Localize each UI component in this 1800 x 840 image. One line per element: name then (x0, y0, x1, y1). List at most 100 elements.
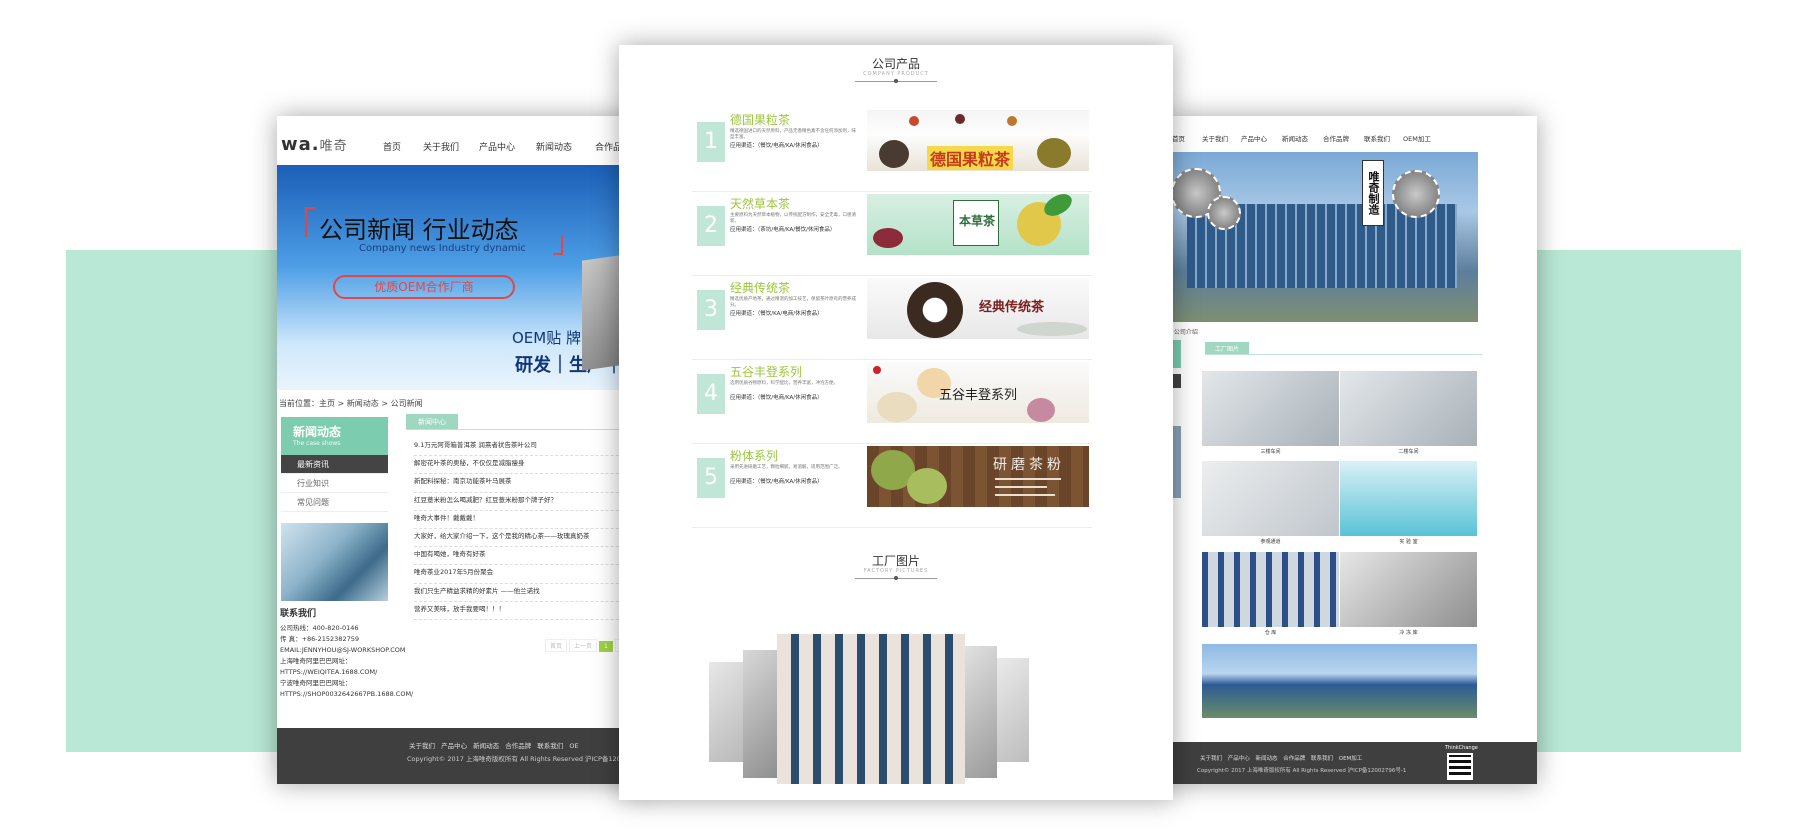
product-name[interactable]: 五谷丰登系列 (730, 363, 802, 380)
news-item[interactable]: 唯奇茶业2017年5月份聚会 (414, 565, 654, 584)
top-nav: 首页 关于我们 产品中心 新闻动态 合作品牌 联系我们 OEM加工 (1167, 116, 1537, 152)
product-image[interactable]: 五谷丰登系列 (867, 362, 1089, 423)
footer: 关于我们 产品中心 新闻动态 合作品牌 联系我们 OE Copyright© 2… (277, 728, 657, 784)
product-number: 4 (697, 374, 725, 414)
product-image[interactable]: 研磨茶粉 (867, 446, 1089, 507)
section-subtitle-products: COMPANY PRODUCT (863, 71, 929, 77)
nav-about[interactable]: 关于我们 (423, 140, 459, 153)
sidebar-header: 新闻动态 The case shows (281, 417, 388, 455)
news-item[interactable]: 营养又美味，放手我要喝！！！ (414, 602, 654, 620)
photo-label: 参观通道 (1260, 539, 1281, 545)
factory-photo[interactable] (1202, 371, 1339, 446)
product-name[interactable]: 粉体系列 (730, 447, 778, 464)
product-row[interactable]: 3 经典传统茶 精选优质产地茶，通过精湛的加工技艺，保留茶叶原有的营养成分。 应… (692, 276, 1092, 360)
sidebar-item-knowledge[interactable]: 行业知识 (281, 474, 388, 493)
nav-contact[interactable]: 联系我们 (1364, 133, 1390, 143)
news-banner: 公司新闻 行业动态 Company news Industry dynamic … (277, 165, 657, 390)
sidebar-title: 新闻动态 (293, 425, 342, 439)
nav-home[interactable]: 首页 (383, 140, 401, 153)
factory-photo[interactable] (1202, 461, 1339, 536)
product-desc: 精选德国进口的天然原料，产品无香精色素不含任何添加剂，味型丰富。 (730, 129, 856, 140)
product-number: 5 (697, 458, 725, 498)
factory-photo[interactable] (1202, 644, 1477, 718)
product-channels: 应用渠道：（茶坊/电商/KA/餐饮/休闲食品） (730, 227, 836, 233)
product-number: 2 (697, 206, 725, 246)
logo[interactable]: wa.唯奇 (281, 134, 348, 155)
nav-home[interactable]: 首页 (1172, 133, 1185, 143)
news-item[interactable]: 新配料探秘：南京功能茶叶马展茶 (414, 474, 654, 493)
pager-current[interactable]: 1 (599, 641, 613, 652)
product-name[interactable]: 天然草本茶 (730, 195, 790, 212)
contact-line: 上海唯奇阿里巴巴网址： (280, 657, 352, 665)
section-title-factory: 工厂图片 (871, 554, 920, 568)
products-page-mockup: 公司产品 COMPANY PRODUCT 1 德国果粒茶 精选德国进口的天然原料… (619, 45, 1173, 800)
product-number: 3 (697, 290, 725, 330)
factory-photo[interactable] (1340, 552, 1477, 627)
nav-partners[interactable]: 合作品 (595, 140, 622, 153)
product-desc: 采用先进研磨工艺，颗粒细腻，易溶解，适用范围广泛。 (730, 465, 843, 470)
product-name[interactable]: 德国果粒茶 (730, 111, 790, 128)
product-image-caption: 德国果粒茶 (927, 146, 1014, 170)
contact-link[interactable]: HTTPS://SHOP0032642667PB.1688.COM/ (280, 689, 413, 700)
office-photo (281, 523, 388, 601)
nav-news[interactable]: 新闻动态 (536, 140, 572, 153)
product-image[interactable]: 德国果粒茶 (867, 110, 1089, 171)
nav-news[interactable]: 新闻动态 (1282, 133, 1308, 143)
section-title-products: 公司产品 (871, 57, 920, 71)
news-item[interactable]: 解密花叶茶的奥秘，不仅仅是减脂瘦身 (414, 456, 654, 475)
banner-frame-corner (553, 235, 563, 255)
news-item[interactable]: 9.1万元阿哥箱普洱茶 润熹者状告茶叶公司 (414, 438, 654, 457)
product-number: 1 (697, 122, 725, 162)
news-item[interactable]: 大家好，给大家介绍一下，这个是我的精心茶——玫瑰真奶茶 (414, 529, 654, 548)
factory-page-mockup: 首页 关于我们 产品中心 新闻动态 合作品牌 联系我们 OEM加工 唯奇制造 >… (1167, 116, 1537, 784)
photo-label: 实 验 室 (1399, 539, 1418, 545)
product-image[interactable]: 本草茶 (867, 194, 1089, 255)
product-name[interactable]: 经典传统茶 (730, 279, 790, 296)
machine-photo-circle (1392, 170, 1440, 218)
nav-products[interactable]: 产品中心 (1241, 133, 1267, 143)
factory-photo[interactable] (1202, 552, 1339, 627)
factory-collage[interactable] (709, 634, 1089, 784)
product-channels: 应用渠道：（餐饮/电商/KA/休闲食品） (730, 479, 823, 485)
news-item[interactable]: 唯奇大事件！戴戴戴！ (414, 511, 654, 529)
product-image-caption: 五谷丰登系列 (939, 388, 1018, 403)
pager-first[interactable]: 首页 (545, 639, 568, 652)
footer-links[interactable]: 关于我们 产品中心 新闻动态 合作品牌 联系我们 OEM加工 (1200, 754, 1362, 762)
nav-partners[interactable]: 合作品牌 (1323, 133, 1349, 143)
product-channels: 应用渠道：（餐饮/电商/KA/休闲食品） (730, 143, 823, 149)
contact-block: 联系我们 公司热线：400-820-0146 传 真：+86-215238275… (280, 609, 413, 700)
product-row[interactable]: 5 粉体系列 采用先进研磨工艺，颗粒细腻，易溶解，适用范围广泛。 应用渠道：（餐… (692, 444, 1092, 528)
section-subtitle-factory: FACTORY PICTURES (863, 568, 929, 574)
photo-label: 三楼车间 (1260, 449, 1281, 455)
banner-frame-corner (305, 207, 315, 237)
tab-news-center[interactable]: 新闻中心 (406, 414, 458, 430)
news-item[interactable]: 我们只生产精益求精的好素片 ——他兰诺找 (414, 584, 654, 602)
sidebar-item-latest[interactable]: 最新资讯 (281, 455, 388, 474)
divider-dot (894, 576, 898, 580)
product-image[interactable]: 经典传统茶 (867, 278, 1089, 339)
product-row[interactable]: 1 德国果粒茶 精选德国进口的天然原料，产品无香精色素不含任何添加剂，味型丰富。… (692, 108, 1092, 192)
news-list: 9.1万元阿哥箱普洱茶 润熹者状告茶叶公司 解密花叶茶的奥秘，不仅仅是减脂瘦身 … (414, 438, 654, 620)
nav-oem[interactable]: OEM加工 (1403, 133, 1431, 143)
product-image-caption: 研磨茶粉 (993, 457, 1065, 473)
news-item[interactable]: 红豆薏米粉怎么喝减肥？红豆薏米粉那个牌子好？ (414, 493, 654, 511)
contact-line: 传 真：+86-2152382759 (280, 635, 359, 643)
factory-photo-slice (743, 650, 777, 778)
nav-about[interactable]: 关于我们 (1202, 133, 1228, 143)
factory-banner: 唯奇制造 (1167, 152, 1478, 322)
product-row[interactable]: 4 五谷丰登系列 选用优质谷物原料，科学配比，营养丰富，冲泡方便。 应用渠道：（… (692, 360, 1092, 444)
footer-links[interactable]: 关于我们 产品中心 新闻动态 合作品牌 联系我们 OE (409, 740, 579, 750)
contact-link[interactable]: HTTPS://WEIQITEA.1688.COM/ (280, 667, 413, 678)
product-image-caption: 本草茶 (959, 214, 996, 228)
sidebar-item-faq[interactable]: 常见问题 (281, 493, 388, 512)
factory-photo[interactable] (1340, 371, 1477, 446)
nav-products[interactable]: 产品中心 (479, 140, 515, 153)
news-item[interactable]: 中国有喝她，唯奇有好茶 (414, 547, 654, 566)
factory-photo[interactable] (1340, 461, 1477, 536)
footer: 关于我们 产品中心 新闻动态 合作品牌 联系我们 OEM加工 Copyright… (1167, 742, 1537, 784)
qr-code-icon (1447, 753, 1473, 780)
product-row[interactable]: 2 天然草本茶 主要原料为天然草本植物，以传统配方制作，安全无毒，口感清新。 应… (692, 192, 1092, 276)
pager-prev[interactable]: 上一页 (569, 639, 598, 652)
product-channels: 应用渠道：（餐饮/KA/电商/休闲食品） (730, 311, 823, 317)
divider-dot (894, 79, 898, 83)
